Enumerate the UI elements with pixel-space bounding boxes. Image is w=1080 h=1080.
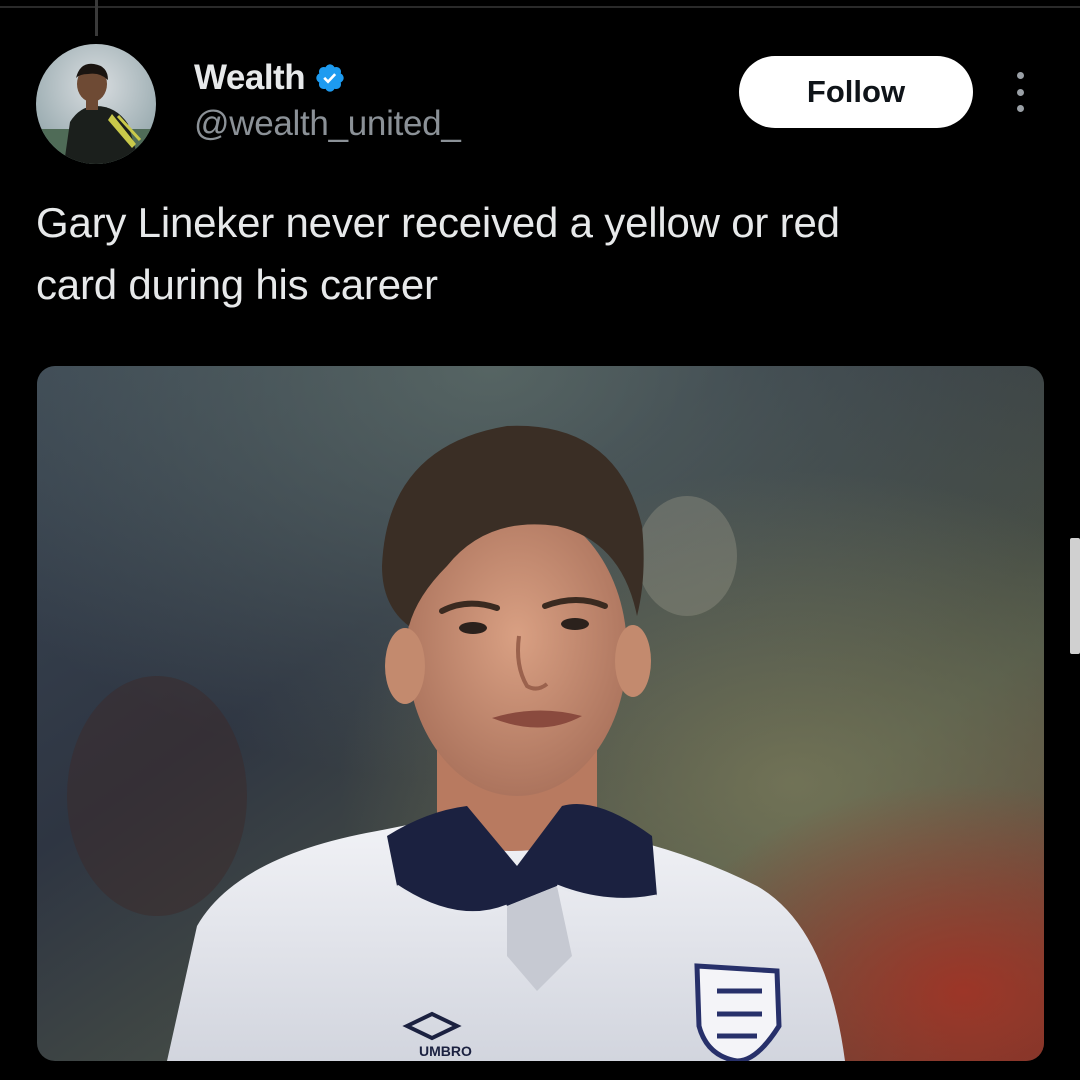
top-divider <box>0 6 1080 8</box>
author-handle[interactable]: @wealth_united_ <box>194 104 461 144</box>
tweet-text-line-1: Gary Lineker never received a yellow or … <box>36 199 840 246</box>
tweet-text-line-2: card during his career <box>36 261 438 308</box>
follow-button[interactable]: Follow <box>739 56 973 128</box>
author-name-row[interactable]: Wealth <box>194 58 346 98</box>
avatar[interactable] <box>36 44 156 164</box>
kit-logo-text: UMBRO <box>419 1043 472 1059</box>
more-options-icon[interactable] <box>1010 72 1030 112</box>
tweet-media-image[interactable]: UMBRO <box>37 366 1044 1061</box>
thread-connector <box>95 0 98 36</box>
verified-badge-icon <box>316 64 344 92</box>
tweet-text: Gary Lineker never received a yellow or … <box>36 192 1036 316</box>
author-name[interactable]: Wealth <box>194 58 306 98</box>
scrollbar-thumb[interactable] <box>1070 538 1080 654</box>
